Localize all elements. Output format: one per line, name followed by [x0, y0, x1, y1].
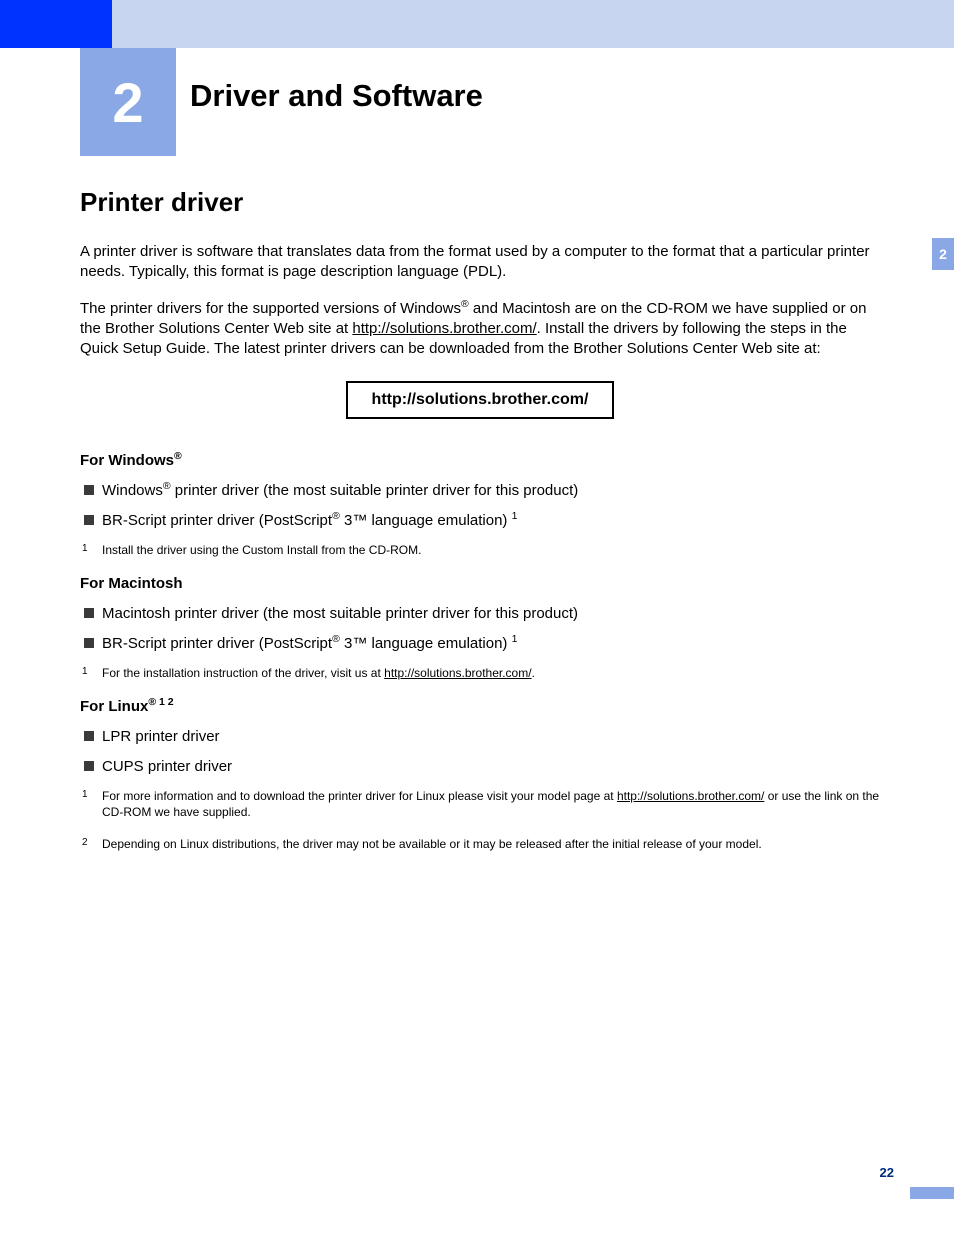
footnote-url-link[interactable]: http://solutions.brother.com/ — [384, 666, 531, 680]
linux-footnote-1: 1 For more information and to download t… — [80, 788, 880, 820]
text: The printer drivers for the supported ve… — [80, 300, 461, 317]
text: printer driver (the most suitable printe… — [171, 482, 579, 499]
registered-symbol: ® — [148, 696, 156, 708]
side-tab: 2 — [932, 238, 954, 270]
footnote-text: For more information and to download the… — [102, 789, 617, 803]
intro-paragraph-1: A printer driver is software that transl… — [80, 242, 880, 283]
windows-footnote-1: 1 Install the driver using the Custom In… — [80, 542, 880, 558]
registered-symbol: ® — [163, 480, 171, 492]
footnote-number: 1 — [82, 542, 88, 556]
text: BR-Script printer driver (PostScript — [102, 512, 332, 529]
list-item: Macintosh printer driver (the most suita… — [80, 604, 880, 624]
text: For Linux — [80, 698, 148, 715]
registered-symbol: ® — [332, 633, 340, 645]
section-title: Printer driver — [80, 185, 880, 220]
list-item: LPR printer driver — [80, 727, 880, 747]
footer-accent — [910, 1187, 954, 1199]
intro-paragraph-2: The printer drivers for the supported ve… — [80, 299, 880, 360]
list-item: Windows® printer driver (the most suitab… — [80, 481, 880, 501]
mac-heading: For Macintosh — [80, 574, 880, 594]
footnote-ref: 1 — [512, 510, 518, 522]
windows-list: Windows® printer driver (the most suitab… — [80, 481, 880, 532]
chapter-title: Driver and Software — [190, 78, 483, 114]
footnote-number: 2 — [82, 836, 88, 850]
header-accent — [0, 0, 112, 48]
footnote-url-link[interactable]: http://solutions.brother.com/ — [617, 789, 764, 803]
footnote-number: 1 — [82, 665, 88, 679]
footnote-ref: 1 2 — [156, 696, 174, 708]
list-item: BR-Script printer driver (PostScript® 3™… — [80, 634, 880, 654]
footnote-text: For the installation instruction of the … — [102, 666, 384, 680]
list-item: CUPS printer driver — [80, 757, 880, 777]
header-bar — [0, 0, 954, 48]
footnote-ref: 1 — [512, 633, 518, 645]
mac-footnote-1: 1 For the installation instruction of th… — [80, 665, 880, 681]
text: For Windows — [80, 452, 174, 469]
linux-list: LPR printer driver CUPS printer driver — [80, 727, 880, 778]
footnote-text: . — [532, 666, 535, 680]
registered-symbol: ® — [174, 450, 182, 462]
url-box-container: http://solutions.brother.com/ — [80, 375, 880, 445]
footnote-number: 1 — [82, 788, 88, 802]
mac-list: Macintosh printer driver (the most suita… — [80, 604, 880, 655]
inline-url-link[interactable]: http://solutions.brother.com/ — [352, 320, 536, 337]
windows-heading: For Windows® — [80, 451, 880, 471]
text: 3™ language emulation) — [340, 635, 512, 652]
text: Windows — [102, 482, 163, 499]
registered-symbol: ® — [332, 510, 340, 522]
registered-symbol: ® — [461, 298, 469, 310]
chapter-number-box: 2 — [80, 48, 176, 156]
url-box-link[interactable]: http://solutions.brother.com/ — [346, 381, 615, 419]
text: BR-Script printer driver (PostScript — [102, 635, 332, 652]
footnote-text: Depending on Linux distributions, the dr… — [102, 837, 762, 851]
text: 3™ language emulation) — [340, 512, 512, 529]
list-item: BR-Script printer driver (PostScript® 3™… — [80, 511, 880, 531]
page-content: Printer driver A printer driver is softw… — [80, 185, 880, 868]
linux-footnote-2: 2 Depending on Linux distributions, the … — [80, 836, 880, 852]
page-number: 22 — [880, 1165, 894, 1180]
linux-heading: For Linux® 1 2 — [80, 697, 880, 717]
footnote-text: Install the driver using the Custom Inst… — [102, 543, 421, 557]
